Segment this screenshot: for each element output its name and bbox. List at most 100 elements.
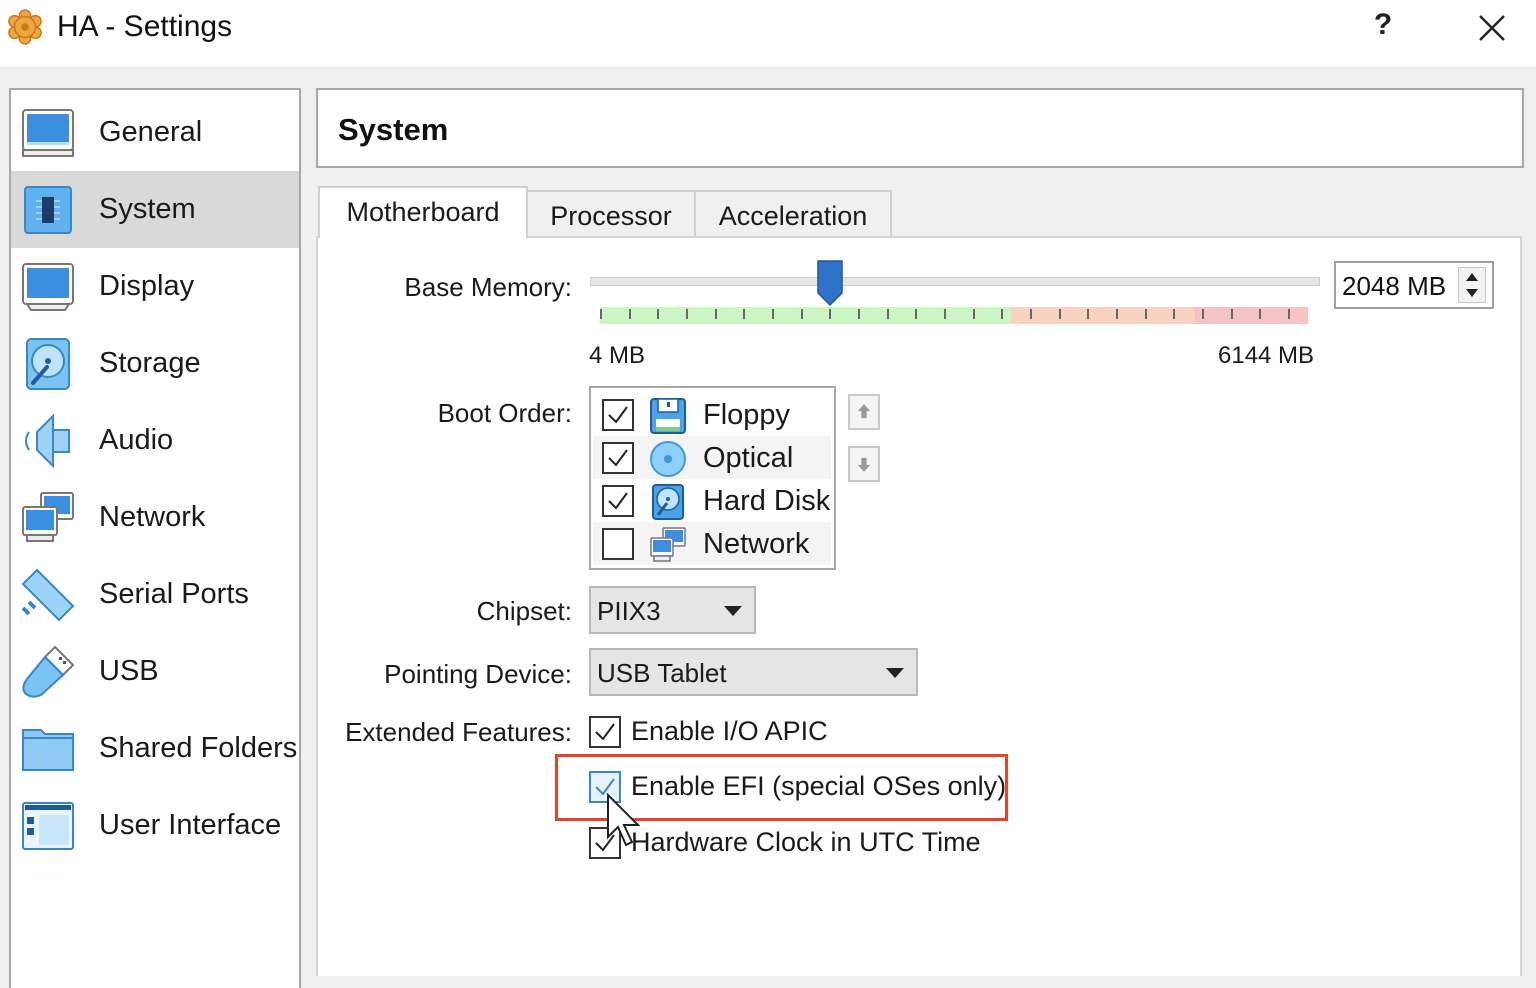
- base-memory-spin-buttons: [1458, 267, 1486, 303]
- memory-scale-tick: [1144, 309, 1147, 319]
- memory-scale-tick: [1030, 309, 1032, 319]
- folder-icon: [22, 728, 74, 771]
- sidebar-item-label: USB: [99, 655, 159, 687]
- pointing-device-select[interactable]: USB Tablet: [589, 648, 918, 696]
- memory-scale-tick: [800, 309, 803, 319]
- boot-order-label: Boot Order:: [437, 398, 572, 428]
- hard-disk-icon: [652, 484, 684, 520]
- sidebar-item-label: Serial Ports: [99, 578, 249, 610]
- tab-processor[interactable]: Processor: [526, 190, 696, 238]
- boot-item-label: Optical: [703, 442, 794, 474]
- base-memory-label: Base Memory:: [404, 272, 572, 302]
- memory-scale-tick: [1001, 309, 1004, 319]
- memory-scale-tick: [972, 309, 975, 319]
- sidebar-item-shared-folders[interactable]: Shared Folders: [11, 710, 299, 787]
- move-up-icon[interactable]: [848, 394, 880, 430]
- boot-hard-disk-checkbox[interactable]: [602, 485, 634, 517]
- memory-scale-tick: [657, 309, 660, 319]
- memory-scale-tick: [628, 309, 631, 319]
- boot-floppy-checkbox[interactable]: [602, 399, 634, 431]
- sidebar-item-label: User Interface: [99, 809, 282, 841]
- sidebar-item-network[interactable]: Network: [11, 479, 299, 556]
- chevron-down-icon: [724, 606, 742, 616]
- sidebar-item-serial-ports[interactable]: Serial Ports: [11, 556, 299, 633]
- memory-scale-tick: [1288, 309, 1290, 319]
- enable-io-apic-label[interactable]: Enable I/O APIC: [631, 716, 828, 747]
- pointing-device-label: Pointing Device:: [384, 659, 572, 689]
- close-icon[interactable]: [1472, 8, 1512, 48]
- memory-scale-tick: [915, 309, 918, 319]
- chevron-down-icon: [886, 668, 904, 678]
- sidebar-item-user-interface[interactable]: User Interface: [11, 787, 299, 864]
- memory-scale-tick: [772, 309, 774, 319]
- memory-scale-tick: [944, 309, 946, 319]
- memory-scale-tick: [1202, 309, 1204, 319]
- storage-disk-icon: [26, 337, 70, 390]
- sidebar-item-label: Display: [99, 270, 195, 302]
- sidebar-item-display[interactable]: Display: [11, 248, 299, 325]
- base-memory-spinbox[interactable]: [1334, 261, 1494, 309]
- boot-item-floppy[interactable]: Floppy: [593, 393, 831, 436]
- boot-item-label: Network: [703, 528, 810, 560]
- help-button[interactable]: ?: [1368, 8, 1398, 48]
- sidebar-item-label: Shared Folders: [99, 732, 298, 764]
- optical-disc-icon: [650, 441, 686, 477]
- system-chip-icon: [24, 185, 72, 234]
- move-down-icon[interactable]: [848, 446, 880, 482]
- boot-order-list: Floppy Optical Hard Disk Network: [589, 386, 836, 570]
- settings-sidebar: General System Display Storage Audio Net…: [9, 88, 301, 988]
- memory-scale-tick: [714, 309, 717, 319]
- base-memory-slider-thumb[interactable]: [816, 259, 844, 307]
- sidebar-item-usb[interactable]: USB: [11, 633, 299, 710]
- title-bar: HA - Settings ?: [0, 0, 1536, 66]
- boot-item-label: Hard Disk: [703, 485, 831, 517]
- pointing-device-value: USB Tablet: [597, 658, 727, 688]
- sidebar-item-system[interactable]: System: [11, 171, 299, 248]
- page-title: System: [338, 112, 449, 147]
- sidebar-item-general[interactable]: General: [11, 94, 299, 171]
- virtualbox-gear-icon: [8, 9, 42, 45]
- enable-io-apic-checkbox[interactable]: [589, 716, 621, 748]
- network-icon: [650, 527, 686, 562]
- sidebar-item-audio[interactable]: Audio: [11, 402, 299, 479]
- boot-item-label: Floppy: [703, 399, 791, 431]
- hardware-clock-utc-checkbox[interactable]: [589, 827, 621, 859]
- usb-icon: [22, 645, 75, 698]
- spin-down-icon[interactable]: [1459, 285, 1485, 302]
- memory-scale-tick: [600, 309, 602, 319]
- memory-scale-tick: [1116, 309, 1118, 319]
- memory-scale-tick: [829, 309, 832, 319]
- sidebar-item-label: General: [99, 116, 203, 148]
- memory-scale-tick: [686, 309, 688, 319]
- chipset-label: Chipset:: [476, 596, 572, 626]
- memory-scale-green-zone: [600, 307, 1011, 324]
- memory-scale-red-zone: [1194, 307, 1308, 324]
- chipset-select[interactable]: PIIX3: [589, 586, 756, 634]
- memory-scale-tick: [1058, 309, 1061, 319]
- spin-up-icon[interactable]: [1459, 268, 1485, 285]
- base-memory-input[interactable]: [1342, 271, 1452, 302]
- chipset-value: PIIX3: [597, 596, 661, 626]
- memory-max-label: 6144 MB: [1218, 342, 1315, 369]
- serial-port-icon: [21, 568, 75, 621]
- memory-scale-tick: [858, 309, 860, 319]
- boot-item-network[interactable]: Network: [593, 522, 831, 565]
- memory-scale-tick: [1230, 309, 1233, 319]
- memory-scale-tick: [886, 309, 889, 319]
- memory-min-label: 4 MB: [589, 342, 646, 369]
- page-header: System: [316, 88, 1524, 168]
- boot-item-optical[interactable]: Optical: [593, 436, 831, 479]
- tab-acceleration[interactable]: Acceleration: [694, 190, 892, 238]
- sidebar-item-label: Audio: [99, 424, 174, 456]
- hardware-clock-utc-label[interactable]: Hardware Clock in UTC Time: [631, 827, 981, 858]
- base-memory-slider-track[interactable]: [590, 277, 1320, 286]
- boot-item-hard-disk[interactable]: Hard Disk: [593, 479, 831, 522]
- sidebar-item-label: Storage: [99, 347, 201, 379]
- tab-motherboard[interactable]: Motherboard: [318, 186, 528, 238]
- audio-speaker-icon: [25, 413, 70, 468]
- boot-network-checkbox[interactable]: [602, 528, 634, 560]
- boot-optical-checkbox[interactable]: [602, 442, 634, 474]
- floppy-icon: [650, 398, 686, 434]
- memory-scale-tick: [1173, 309, 1176, 319]
- sidebar-item-storage[interactable]: Storage: [11, 325, 299, 402]
